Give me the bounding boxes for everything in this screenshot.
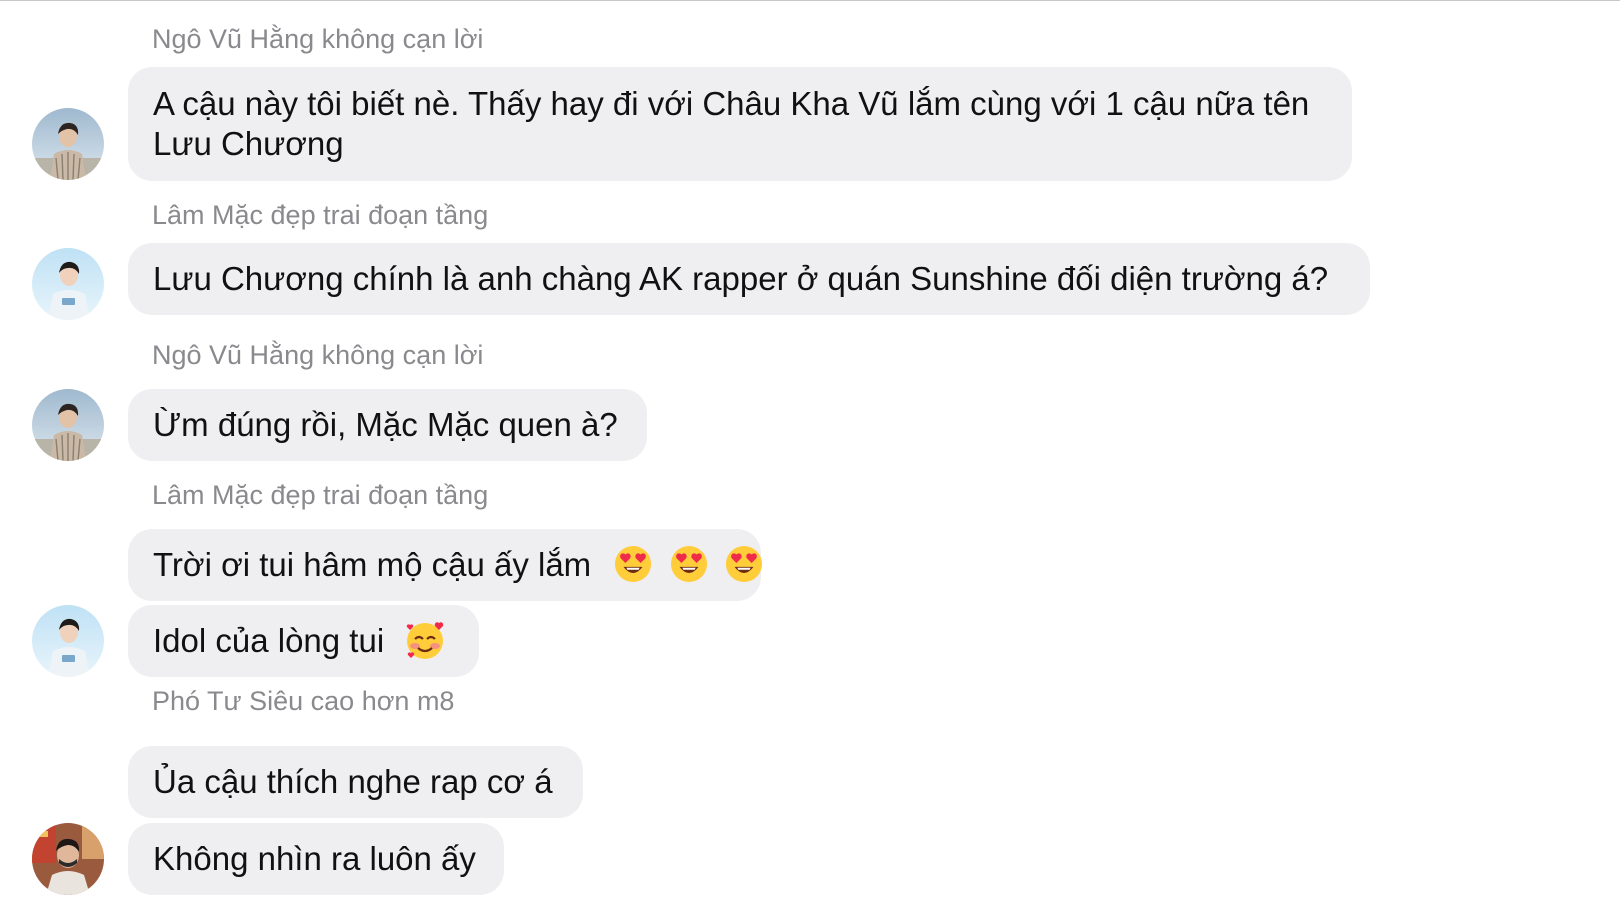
message-bubble[interactable]: Lưu Chương chính là anh chàng AK rapper …	[128, 243, 1370, 315]
message-bubble[interactable]: Không nhìn ra luôn ấy	[128, 823, 504, 895]
message-bubble[interactable]: Trời ơi tui hâm mộ cậu ấy lắm	[128, 529, 763, 601]
message-text: Trời ơi tui hâm mộ cậu ấy lắm	[153, 546, 592, 583]
avatar-mac-icon[interactable]	[32, 248, 104, 320]
sender-name: Phó Tư Siêu cao hơn m8	[152, 686, 455, 716]
avatar-sieu-icon[interactable]	[32, 823, 104, 895]
smiling-face-with-hearts-emoji-icon	[405, 619, 447, 661]
sender-name: Lâm Mặc đẹp trai đoạn tầng	[152, 480, 489, 510]
top-divider	[0, 0, 1620, 1]
heart-eyes-emoji-icon	[614, 545, 652, 583]
message-bubble[interactable]: Idol của lòng tui	[128, 605, 479, 678]
sender-name: Ngô Vũ Hằng không cạn lời	[152, 340, 484, 370]
avatar-mac-icon[interactable]	[32, 605, 104, 677]
message-bubble[interactable]: Ừm đúng rồi, Mặc Mặc quen à?	[128, 389, 647, 461]
message-bubble[interactable]: Ủa cậu thích nghe rap cơ á	[128, 746, 583, 818]
heart-eyes-emoji-icon	[725, 545, 763, 583]
message-bubble[interactable]: A cậu này tôi biết nè. Thấy hay đi với C…	[128, 67, 1352, 181]
sender-name: Ngô Vũ Hằng không cạn lời	[152, 24, 484, 54]
heart-eyes-emoji-icon	[670, 545, 708, 583]
message-text: Idol của lòng tui	[153, 622, 385, 659]
sender-name: Lâm Mặc đẹp trai đoạn tầng	[152, 200, 489, 230]
avatar-hang-icon[interactable]	[32, 108, 104, 180]
avatar-hang-icon[interactable]	[32, 389, 104, 461]
